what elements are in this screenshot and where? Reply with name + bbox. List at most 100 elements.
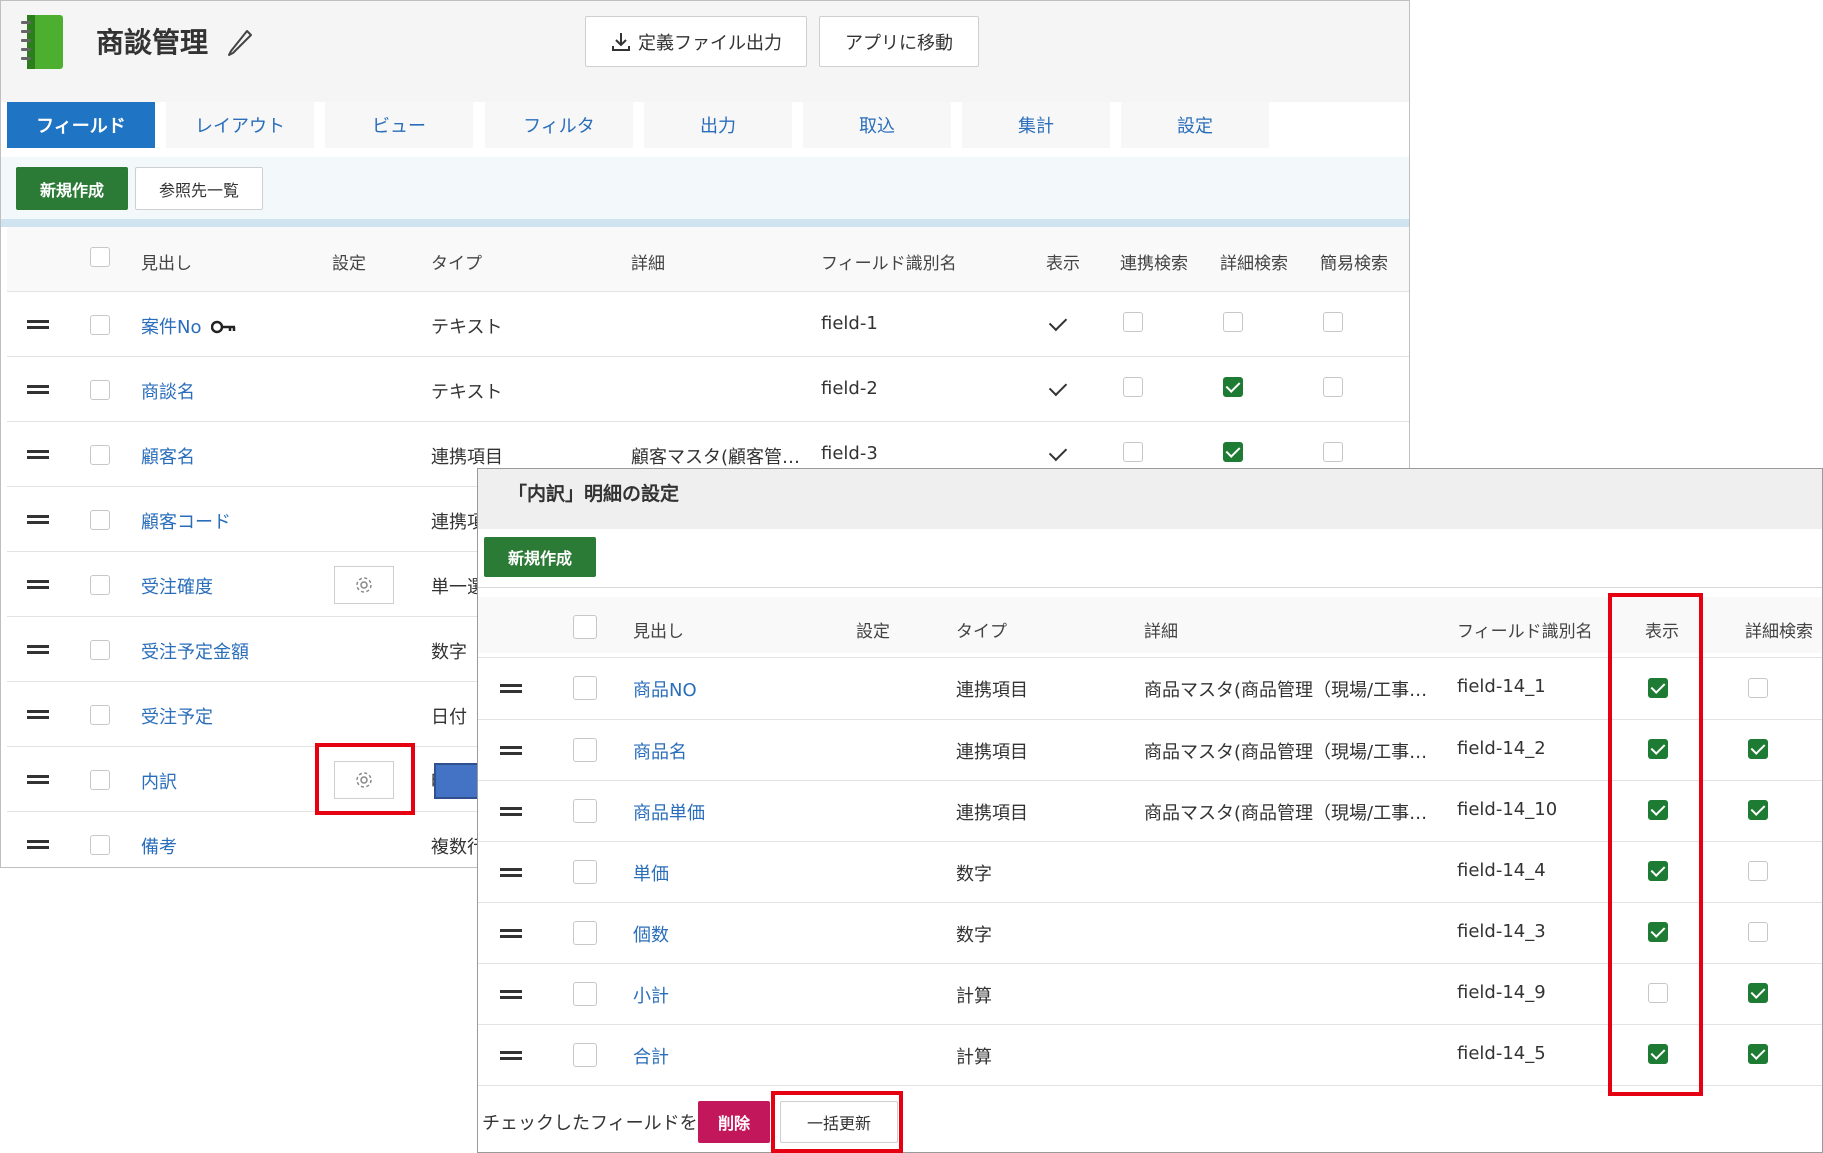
row-checkbox[interactable] xyxy=(573,921,597,945)
detail-search-checkbox[interactable] xyxy=(1748,1044,1768,1064)
edit-pencil-icon[interactable] xyxy=(225,25,255,57)
export-definition-button[interactable]: 定義ファイル出力 xyxy=(585,16,807,67)
linked-search-checkbox[interactable] xyxy=(1123,442,1143,462)
drag-handle-icon[interactable] xyxy=(500,868,522,878)
field-label-link[interactable]: 受注確度 xyxy=(141,573,213,599)
tab-import[interactable]: 取込 xyxy=(803,102,951,148)
field-id: field-2 xyxy=(821,378,878,399)
row-checkbox[interactable] xyxy=(90,705,110,725)
drag-handle-icon[interactable] xyxy=(27,775,49,785)
linked-search-checkbox[interactable] xyxy=(1123,377,1143,397)
field-label-link[interactable]: 商品名 xyxy=(633,738,687,764)
drag-handle-icon[interactable] xyxy=(27,710,49,720)
goto-app-button[interactable]: アプリに移動 xyxy=(819,16,979,67)
field-id: field-14_9 xyxy=(1457,982,1546,1003)
detail-search-checkbox[interactable] xyxy=(1223,312,1243,332)
field-type: 連携項目 xyxy=(956,680,1028,701)
tab-view[interactable]: ビュー xyxy=(325,102,473,148)
bulk-action-label: チェックしたフィールドを xyxy=(482,1113,698,1134)
tab-fields[interactable]: フィールド xyxy=(7,102,155,148)
dialog-new-button[interactable]: 新規作成 xyxy=(484,537,596,577)
drag-handle-icon[interactable] xyxy=(500,929,522,939)
simple-search-checkbox[interactable] xyxy=(1323,442,1343,462)
row-checkbox[interactable] xyxy=(90,315,110,335)
field-label-link[interactable]: 単価 xyxy=(633,860,669,886)
row-checkbox[interactable] xyxy=(573,799,597,823)
field-id: field-14_4 xyxy=(1457,860,1546,881)
row-checkbox[interactable] xyxy=(90,835,110,855)
field-label-link[interactable]: 備考 xyxy=(141,833,177,859)
field-detail: 商品マスタ(商品管理（現場/工事… xyxy=(1144,680,1428,701)
field-id: field-14_10 xyxy=(1457,799,1558,820)
detail-search-checkbox[interactable] xyxy=(1748,739,1768,759)
field-label-link[interactable]: 顧客名 xyxy=(141,443,195,469)
drag-handle-icon[interactable] xyxy=(27,450,49,460)
simple-search-checkbox[interactable] xyxy=(1323,377,1343,397)
col-detail: 詳細 xyxy=(1144,622,1178,642)
detail-search-checkbox[interactable] xyxy=(1223,442,1243,462)
drag-handle-icon[interactable] xyxy=(500,990,522,1000)
row-checkbox[interactable] xyxy=(573,860,597,884)
row-checkbox[interactable] xyxy=(90,770,110,790)
tab-settings[interactable]: 設定 xyxy=(1121,102,1269,148)
tab-layout[interactable]: レイアウト xyxy=(166,102,314,148)
drag-handle-icon[interactable] xyxy=(27,385,49,395)
detail-search-checkbox[interactable] xyxy=(1748,678,1768,698)
field-id: field-14_2 xyxy=(1457,738,1546,759)
detail-search-checkbox[interactable] xyxy=(1748,800,1768,820)
row-checkbox[interactable] xyxy=(90,575,110,595)
field-id: field-3 xyxy=(821,443,878,464)
detail-search-checkbox[interactable] xyxy=(1748,861,1768,881)
drag-handle-icon[interactable] xyxy=(500,807,522,817)
field-label-link[interactable]: 商品NO xyxy=(633,676,697,702)
table-header xyxy=(7,227,1409,291)
row-checkbox[interactable] xyxy=(90,445,110,465)
new-field-button[interactable]: 新規作成 xyxy=(16,167,128,210)
col-detail-search: 詳細検索 xyxy=(1220,254,1288,274)
drag-handle-icon[interactable] xyxy=(27,515,49,525)
field-label-link[interactable]: 個数 xyxy=(633,921,669,947)
field-label-link[interactable]: 商品単価 xyxy=(633,799,705,825)
notebook-icon xyxy=(21,15,65,69)
detail-search-checkbox[interactable] xyxy=(1748,922,1768,942)
row-checkbox[interactable] xyxy=(573,982,597,1006)
simple-search-checkbox[interactable] xyxy=(1323,312,1343,332)
tab-aggregate[interactable]: 集計 xyxy=(962,102,1110,148)
field-label-link[interactable]: 受注予定 xyxy=(141,703,213,729)
field-id: field-14_1 xyxy=(1457,676,1546,697)
drag-handle-icon[interactable] xyxy=(27,840,49,850)
row-checkbox[interactable] xyxy=(90,640,110,660)
dialog-select-all-checkbox[interactable] xyxy=(573,615,597,639)
delete-button[interactable]: 削除 xyxy=(698,1101,770,1143)
select-all-checkbox[interactable] xyxy=(90,247,110,267)
linked-search-checkbox[interactable] xyxy=(1123,312,1143,332)
row-checkbox[interactable] xyxy=(90,510,110,530)
row-checkbox[interactable] xyxy=(573,1043,597,1067)
field-label-link[interactable]: 顧客コード xyxy=(141,508,231,534)
drag-handle-icon[interactable] xyxy=(27,320,49,330)
col-display: 表示 xyxy=(1046,254,1080,274)
drag-handle-icon[interactable] xyxy=(500,684,522,694)
reference-list-button[interactable]: 参照先一覧 xyxy=(135,167,263,210)
gear-icon xyxy=(356,577,372,593)
detail-search-checkbox[interactable] xyxy=(1748,983,1768,1003)
drag-handle-icon[interactable] xyxy=(27,645,49,655)
col-settings: 設定 xyxy=(332,254,366,274)
field-label-link[interactable]: 受注予定金額 xyxy=(141,638,249,664)
field-label-link[interactable]: 案件No xyxy=(141,313,201,339)
field-label-link[interactable]: 合計 xyxy=(633,1043,669,1069)
field-label-link[interactable]: 小計 xyxy=(633,982,669,1008)
tab-filter[interactable]: フィルタ xyxy=(485,102,633,148)
detail-search-checkbox[interactable] xyxy=(1223,377,1243,397)
row-checkbox[interactable] xyxy=(573,676,597,700)
row-checkbox[interactable] xyxy=(573,738,597,762)
row-checkbox[interactable] xyxy=(90,380,110,400)
drag-handle-icon[interactable] xyxy=(500,746,522,756)
tab-output[interactable]: 出力 xyxy=(644,102,792,148)
settings-button[interactable] xyxy=(334,566,394,604)
col-field-id: フィールド識別名 xyxy=(821,254,957,274)
field-label-link[interactable]: 内訳 xyxy=(141,768,177,794)
field-label-link[interactable]: 商談名 xyxy=(141,378,195,404)
drag-handle-icon[interactable] xyxy=(27,580,49,590)
drag-handle-icon[interactable] xyxy=(500,1051,522,1061)
